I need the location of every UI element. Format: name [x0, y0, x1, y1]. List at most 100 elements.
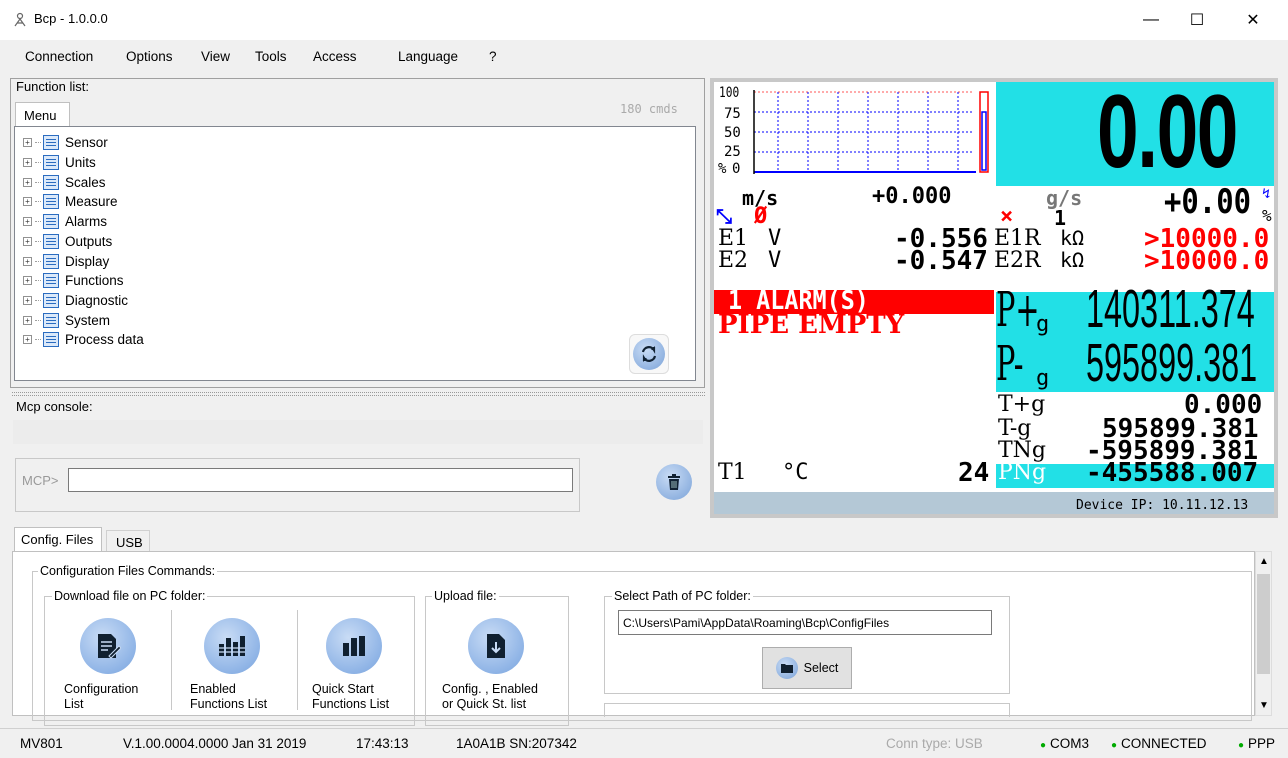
expand-icon[interactable]: +: [23, 217, 32, 226]
tree-item-sensor[interactable]: + Sensor: [23, 133, 108, 152]
scroll-up-icon[interactable]: ▲: [1259, 556, 1269, 567]
configuration-list-line2: List: [64, 697, 84, 711]
clear-console-button[interactable]: [656, 464, 692, 500]
trash-icon: [668, 474, 680, 490]
expand-icon[interactable]: +: [23, 296, 32, 305]
status-ppp: PPP: [1248, 736, 1276, 751]
maximize-button[interactable]: ☐: [1174, 0, 1220, 40]
tree-item-label: Functions: [65, 273, 124, 288]
window-title: Bcp - 1.0.0.0: [34, 11, 108, 26]
e1r-unit: kΩ: [1060, 226, 1085, 250]
scroll-thumb[interactable]: [1257, 574, 1270, 674]
tree-item-label: Measure: [65, 194, 118, 209]
tree-item-measure[interactable]: + Measure: [23, 192, 118, 211]
status-dot-icon: ●: [1111, 740, 1118, 751]
menu-access[interactable]: Access: [313, 49, 357, 64]
enabled-functions-line1: Enabled: [190, 682, 236, 696]
expand-icon[interactable]: +: [23, 197, 32, 206]
bar-label-50: 50: [724, 125, 741, 141]
list-icon: [43, 175, 59, 190]
bar-label-100: 100: [719, 85, 740, 101]
tab-config-files[interactable]: Config. Files: [14, 527, 102, 552]
splitter[interactable]: [12, 392, 705, 396]
tab-menu[interactable]: Menu: [15, 102, 70, 127]
tab-config-files-label: Config. Files: [21, 532, 94, 547]
quick-start-line2: Functions List: [312, 697, 390, 711]
tree-item-diagnostic[interactable]: + Diagnostic: [23, 291, 128, 310]
refresh-button[interactable]: [629, 334, 669, 374]
tree-item-label: Units: [65, 155, 96, 170]
menu-options[interactable]: Options: [126, 49, 173, 64]
tree-item-outputs[interactable]: + Outputs: [23, 232, 112, 251]
menu-language[interactable]: Language: [398, 49, 458, 64]
status-serial: 1A0A1B SN:207342: [456, 736, 577, 751]
select-button[interactable]: Select: [762, 647, 852, 689]
select-button-label: Select: [803, 661, 839, 675]
tree-item-display[interactable]: + Display: [23, 252, 109, 271]
bar-graph: [718, 86, 994, 178]
quick-start-line1: Quick Start: [312, 682, 374, 696]
expand-icon[interactable]: +: [23, 158, 32, 167]
menu-help[interactable]: ?: [489, 49, 497, 64]
e2-label: E2: [718, 248, 749, 273]
console-output: [13, 420, 703, 444]
e2r-value: >10000.0: [1144, 246, 1270, 276]
console-input[interactable]: [68, 468, 573, 492]
scrollbar[interactable]: ▲ ▼: [1255, 551, 1272, 716]
tree-item-units[interactable]: + Units: [23, 153, 96, 172]
console-prompt: MCP>: [22, 473, 59, 488]
expand-icon[interactable]: +: [23, 138, 32, 147]
refresh-icon: [633, 338, 665, 370]
menu-connection[interactable]: Connection: [25, 49, 93, 64]
configuration-list-button[interactable]: [80, 618, 136, 674]
status-dot-icon: ●: [1040, 740, 1047, 751]
menu-view[interactable]: View: [201, 49, 230, 64]
function-list-label: Function list:: [16, 79, 89, 94]
upload-document-icon: [487, 634, 505, 658]
extra-group: [604, 703, 1010, 717]
tree-item-process-data[interactable]: + Process data: [23, 330, 144, 349]
list-icon: [43, 214, 59, 229]
status-port-item: ● COM3: [1040, 736, 1089, 751]
title-bar: Bcp - 1.0.0.0 — ☐ ✕: [0, 0, 1288, 40]
bar-label-75: 75: [724, 106, 741, 122]
expand-icon[interactable]: +: [23, 316, 32, 325]
status-state-item: ● CONNECTED: [1111, 736, 1207, 751]
p-minus-sub: g: [1036, 366, 1050, 391]
status-model: MV801: [20, 736, 63, 751]
p-plus-sub: g: [1036, 312, 1050, 337]
mass-value: +0.00: [1164, 182, 1252, 222]
list-icon: [43, 135, 59, 150]
mass-direction-icon: ↯: [1262, 186, 1271, 202]
tab-usb-label: USB: [116, 535, 143, 550]
status-time: 17:43:13: [356, 736, 409, 751]
tree-item-alarms[interactable]: + Alarms: [23, 212, 107, 231]
t1-label: T1: [718, 460, 747, 485]
expand-icon[interactable]: +: [23, 237, 32, 246]
tab-menu-label: Menu: [24, 108, 57, 123]
close-button[interactable]: ✕: [1230, 0, 1276, 40]
tree-item-scales[interactable]: + Scales: [23, 173, 106, 192]
menu-bar: Connection Options View Tools Access Lan…: [0, 40, 1288, 105]
tab-usb[interactable]: USB: [106, 530, 150, 552]
function-tree: + Sensor + Units + Scales + Measure + Alarms …: [14, 126, 696, 381]
tree-item-functions[interactable]: + Functions: [23, 271, 124, 290]
empty-pipe-icon: Ø: [754, 204, 768, 229]
list-icon: [43, 273, 59, 288]
enabled-functions-button[interactable]: [204, 618, 260, 674]
expand-icon[interactable]: +: [23, 335, 32, 344]
upload-file-button[interactable]: [468, 618, 524, 674]
list-icon: [43, 234, 59, 249]
quick-start-button[interactable]: [326, 618, 382, 674]
expand-icon[interactable]: +: [23, 257, 32, 266]
tree-item-label: Display: [65, 254, 110, 269]
expand-icon[interactable]: +: [23, 276, 32, 285]
path-input[interactable]: C:\Users\Pami\AppData\Roaming\Bcp\Config…: [618, 610, 992, 635]
tree-item-label: Alarms: [65, 214, 108, 229]
scroll-down-icon[interactable]: ▼: [1259, 700, 1269, 711]
expand-icon[interactable]: +: [23, 178, 32, 187]
minimize-button[interactable]: —: [1128, 0, 1174, 40]
menu-tools[interactable]: Tools: [255, 49, 287, 64]
status-dot-icon: ●: [1238, 740, 1245, 751]
tree-item-system[interactable]: + System: [23, 311, 110, 330]
